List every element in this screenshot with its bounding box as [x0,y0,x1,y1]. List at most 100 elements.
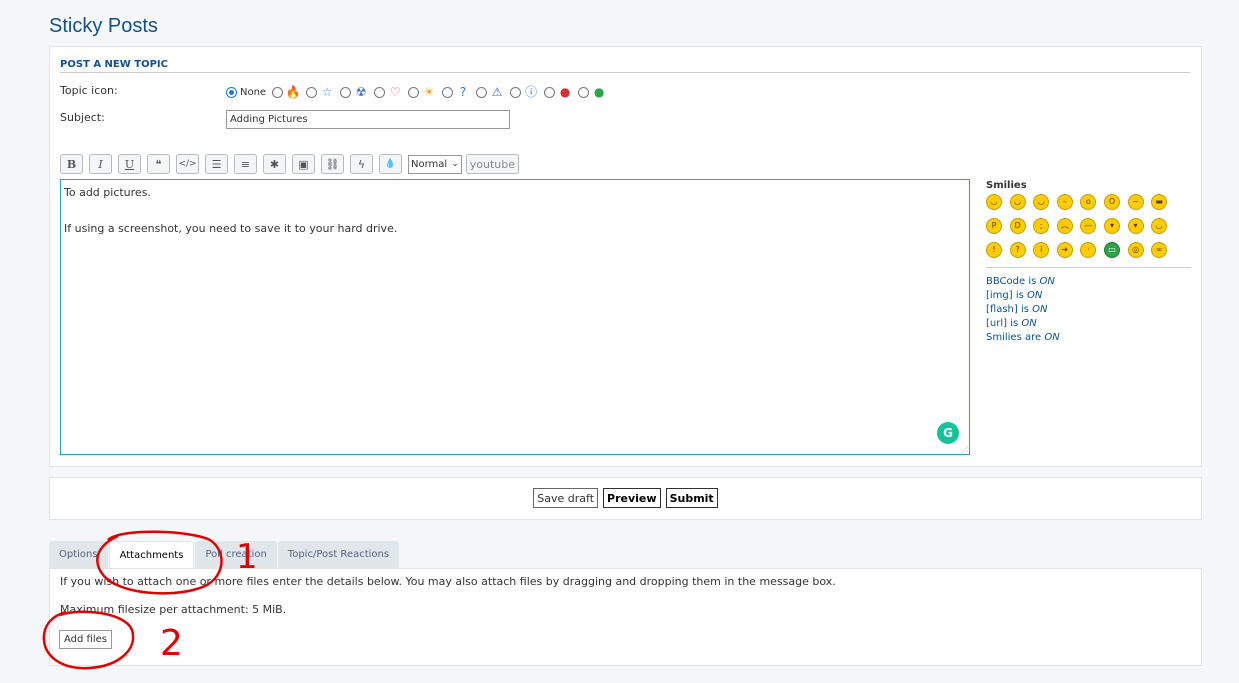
tab-options[interactable]: Options [49,541,108,568]
message-textarea[interactable]: To add pictures. If using a screenshot, … [60,179,970,455]
topic-icon-radio[interactable] [340,86,352,98]
attachments-instructions: If you wish to attach one or more files … [60,575,836,588]
post-form-panel: POST A NEW TOPIC Topic icon: None 🔥 ☆ ☢ … [49,46,1202,467]
add-files-button[interactable]: Add files [59,630,112,649]
tab-topic-post-reactions[interactable]: Topic/Post Reactions [277,541,400,568]
smiley-icon[interactable]: ! [986,242,1002,258]
image-button[interactable]: ▣ [292,154,315,174]
fire-icon: 🔥 [285,85,301,99]
page-title: Sticky Posts [49,15,158,37]
smiley-icon[interactable]: ▾ [1103,218,1120,234]
green-face-icon: ● [593,85,605,99]
status-value: ON [1039,276,1055,287]
topic-icon-label: Topic icon: [60,84,118,97]
subject-label: Subject: [60,111,105,124]
font-size-value: Normal [411,158,448,170]
topic-icon-radio[interactable] [306,86,318,98]
url-button[interactable]: ⛓ [321,154,344,174]
smiley-icon[interactable]: ? [1009,242,1026,258]
question-icon: ? [459,85,467,99]
status-line: [flash] is ON [986,303,1191,317]
topic-icon-options: None 🔥 ☆ ☢ ♡ ☀ ? ⚠ ⓘ ● ● [226,84,612,100]
status-label: Smilies are [986,332,1045,343]
status-label: [flash] is [986,304,1033,315]
topic-icon-radio[interactable] [272,86,284,98]
warning-icon: ⚠ [491,85,503,99]
font-size-select[interactable]: Normal ⌄ [408,154,462,174]
status-label: [url] is [986,318,1022,329]
topic-icon-radio[interactable] [408,86,420,98]
code-button[interactable]: </> [176,154,199,174]
topic-icon-radio[interactable] [476,86,488,98]
smiley-icon[interactable]: o [1080,194,1097,210]
save-draft-button[interactable]: Save draft [533,488,599,508]
youtube-button[interactable]: youtube [465,154,519,174]
grammarly-icon[interactable]: G [937,422,959,444]
radioactive-icon: ☢ [355,85,367,99]
topic-icon-radio[interactable] [374,86,386,98]
smiley-icon[interactable]: ▾ [1127,218,1144,234]
quote-button[interactable]: ❝ [147,154,170,174]
smiley-icon[interactable]: ◡ [986,194,1002,210]
status-value: ON [1027,290,1043,301]
color-button[interactable]: 💧 [379,154,402,174]
list-item-button[interactable]: ✱ [263,154,286,174]
smiley-icon[interactable]: P [986,218,1002,234]
sun-icon: ☀ [423,85,435,99]
red-face-icon: ● [559,85,571,99]
smilies-title: Smilies [986,180,1027,191]
topic-icon-none-label: None [240,86,267,98]
message-line [64,202,966,220]
smiley-icon[interactable]: ➜ [1056,242,1073,258]
smiley-icon[interactable]: D [1009,218,1026,234]
topic-icon-radio[interactable] [442,86,454,98]
submit-button[interactable]: Submit [665,488,718,508]
topic-icon-radio[interactable] [544,86,556,98]
bbcode-toolbar: B I U ❝ </> ☰ ≡ ✱ ▣ ⛓ ϟ 💧 Normal ⌄ youtu… [60,154,519,174]
underline-button[interactable]: U [118,154,141,174]
smiley-icon[interactable]: ◎ [1127,242,1144,258]
status-label: [img] is [986,290,1028,301]
smiley-icon[interactable]: ▭ [1103,242,1120,258]
bbcode-status-list: BBCode is ON [img] is ON [flash] is ON [… [986,267,1191,345]
smiley-icon[interactable]: ︵ [1056,218,1073,234]
smiley-icon[interactable]: ∞ [1151,242,1168,258]
subject-input[interactable] [226,110,510,129]
status-line: BBCode is ON [986,275,1191,289]
smiley-icon[interactable]: ▬ [1151,194,1168,210]
preview-button[interactable]: Preview [603,488,661,508]
smilies-grid: ◡ ◡ ◡ – o O ~ ▬ P D ; ︵ — ▾ ▾ ◡ ! ? i ➜ … [986,194,1191,258]
smiley-icon[interactable]: O [1103,194,1120,210]
list-button[interactable]: ☰ [205,154,228,174]
submit-panel: Save draft Preview Submit [49,477,1202,520]
smilies-sidebar: Smilies ◡ ◡ ◡ – o O ~ ▬ P D ; ︵ — ▾ ▾ ◡ … [986,180,1191,345]
submit-buttons: Save draft Preview Submit [50,488,1201,508]
smiley-icon[interactable]: – [1056,194,1073,210]
attachments-panel: If you wish to attach one or more files … [49,568,1202,666]
topic-icon-radio[interactable] [578,86,590,98]
smiley-icon[interactable]: ~ [1127,194,1144,210]
status-label: BBCode is [986,276,1040,287]
tab-attachments[interactable]: Attachments [108,541,195,569]
smiley-icon[interactable]: ◡ [1009,194,1026,210]
tab-poll-creation[interactable]: Poll creation [195,541,277,568]
message-line: To add pictures. [64,186,151,199]
smiley-icon[interactable]: ◡ [1151,218,1168,234]
italic-button[interactable]: I [89,154,112,174]
topic-icon-radio-none[interactable] [226,86,237,98]
status-line: Smilies are ON [986,331,1191,345]
options-tabs: Options Attachments Poll creation Topic/… [49,541,400,569]
flash-button[interactable]: ϟ [350,154,373,174]
smiley-icon[interactable]: ◡ [1033,194,1050,210]
smiley-icon[interactable]: i [1033,242,1050,258]
topic-icon-radio[interactable] [510,86,522,98]
smiley-icon[interactable]: ; [1033,218,1050,234]
status-line: [img] is ON [986,289,1191,303]
bold-button[interactable]: B [60,154,83,174]
smiley-icon[interactable]: · [1080,242,1097,258]
status-line: [url] is ON [986,317,1191,331]
numbered-list-button[interactable]: ≡ [234,154,257,174]
info-icon: ⓘ [525,85,538,99]
smiley-icon[interactable]: — [1080,218,1097,234]
resize-handle[interactable] [961,446,968,453]
